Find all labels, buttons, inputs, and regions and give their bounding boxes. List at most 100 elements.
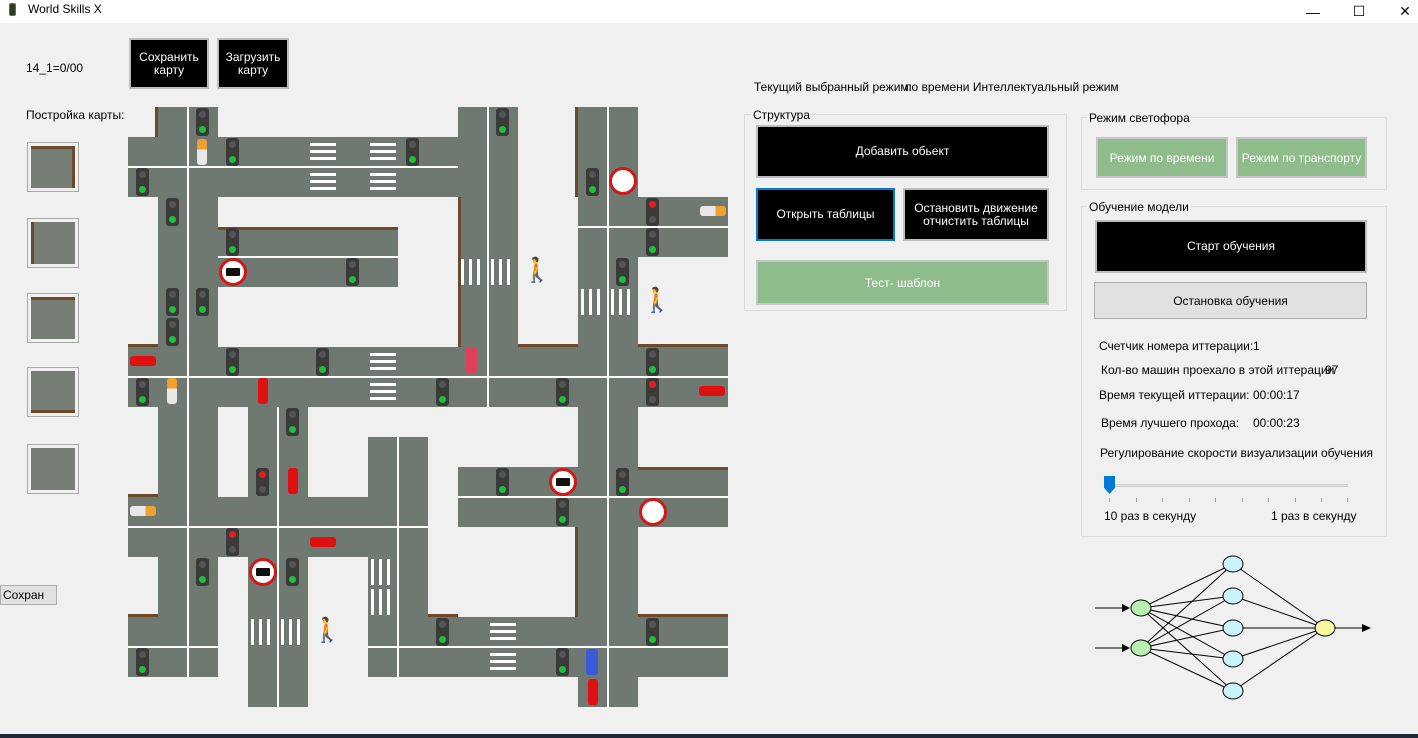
lane-marking — [128, 166, 458, 168]
curb — [128, 344, 158, 347]
crosswalk — [371, 589, 395, 615]
lane-marking — [487, 107, 489, 407]
iteration-value: 1 — [1253, 339, 1260, 353]
traffic-light-icon[interactable] — [646, 348, 659, 376]
lane-marking — [397, 437, 399, 677]
traffic-mode-group-title: Режим светофора — [1087, 111, 1192, 125]
traffic-light-icon[interactable] — [226, 348, 239, 376]
save-map-button[interactable]: Сохранить карту — [129, 38, 209, 89]
start-training-button[interactable]: Старт обучения — [1095, 220, 1367, 273]
no-entry-sign-icon — [609, 167, 637, 195]
best-time-label: Время лучшего прохода: — [1101, 416, 1240, 430]
traffic-light-icon[interactable] — [166, 198, 179, 226]
speed-slider-track — [1104, 484, 1348, 487]
current-time-label: Время текущей иттерации: — [1099, 388, 1250, 402]
traffic-light-icon[interactable] — [316, 348, 329, 376]
traffic-light-icon[interactable] — [166, 288, 179, 316]
car-icon — [588, 679, 598, 705]
car-icon — [465, 347, 477, 373]
car-icon — [700, 206, 726, 216]
traffic-light-icon[interactable] — [646, 618, 659, 646]
pedestrian-icon: 🚶 — [522, 257, 552, 284]
curb — [428, 614, 458, 617]
build-map-label: Постройка карты: — [26, 108, 125, 122]
traffic-light-icon[interactable] — [136, 168, 149, 196]
traffic-light-icon[interactable] — [196, 108, 209, 136]
car-icon — [699, 386, 725, 396]
curb — [218, 227, 398, 230]
curb — [638, 467, 728, 470]
save-small-button[interactable]: Сохран — [0, 585, 57, 605]
curb — [128, 614, 158, 617]
tile-plain-button[interactable] — [27, 444, 79, 494]
lane-marking — [368, 646, 728, 648]
traffic-light-icon[interactable] — [646, 198, 659, 226]
car-icon — [130, 506, 156, 516]
open-tables-button[interactable]: Открыть таблицы — [756, 188, 895, 241]
no-trucks-sign-icon — [249, 558, 277, 586]
traffic-light-icon[interactable] — [616, 468, 629, 496]
stop-clear-button[interactable]: Остановить движение отчистить таблицы — [903, 188, 1049, 241]
curb — [638, 344, 728, 347]
tile-corner-button[interactable] — [27, 142, 79, 192]
traffic-light-icon[interactable] — [556, 648, 569, 676]
taskbar-strip — [0, 734, 1418, 738]
traffic-light-icon[interactable] — [196, 558, 209, 586]
car-icon — [288, 468, 298, 494]
mode-by-transport-button[interactable]: Режим по транспорту — [1236, 137, 1367, 178]
mode-by-time-button[interactable]: Режим по времени — [1096, 137, 1228, 178]
minimize-button[interactable]: — — [1290, 0, 1336, 23]
car-icon — [586, 649, 598, 675]
traffic-light-icon[interactable] — [166, 318, 179, 346]
traffic-light-icon[interactable] — [556, 378, 569, 406]
traffic-light-icon[interactable] — [136, 648, 149, 676]
iteration-label: Счетчик номера иттерации: — [1099, 339, 1254, 353]
crosswalk — [370, 353, 396, 371]
counter-label: 14_1=0/00 — [26, 61, 84, 75]
traffic-light-icon[interactable] — [256, 468, 269, 496]
car-icon — [130, 356, 156, 366]
tile-bottom-edge-button[interactable] — [27, 367, 79, 417]
close-button[interactable]: ✕ — [1382, 0, 1418, 23]
traffic-light-icon[interactable] — [346, 258, 359, 286]
add-object-button[interactable]: Добавить обьект — [756, 125, 1049, 178]
load-map-button[interactable]: Загрузить карту — [217, 38, 289, 89]
stop-training-button[interactable]: Остановка обучения — [1094, 282, 1367, 319]
curb — [518, 344, 578, 347]
cars-passed-value: 97 — [1325, 363, 1339, 377]
traffic-light-icon[interactable] — [586, 168, 599, 196]
maximize-button[interactable]: ☐ — [1336, 0, 1382, 23]
traffic-light-icon[interactable] — [406, 138, 419, 166]
speed-slider-thumb[interactable] — [1104, 476, 1115, 494]
no-trucks-sign-icon — [549, 468, 577, 496]
pedestrian-icon: 🚶 — [642, 287, 672, 314]
traffic-light-icon[interactable] — [286, 558, 299, 586]
traffic-light-icon[interactable] — [226, 228, 239, 256]
traffic-light-icon[interactable] — [556, 498, 569, 526]
traffic-light-icon[interactable] — [436, 378, 449, 406]
car-icon — [310, 537, 336, 547]
traffic-light-icon[interactable] — [226, 528, 239, 556]
title-bar — [0, 0, 1418, 23]
traffic-light-icon[interactable] — [496, 108, 509, 136]
crosswalk — [611, 289, 635, 315]
tile-top-edge-button[interactable] — [27, 293, 79, 343]
lane-marking — [128, 376, 728, 378]
traffic-light-icon[interactable] — [196, 288, 209, 316]
traffic-light-icon[interactable] — [226, 138, 239, 166]
traffic-light-icon[interactable] — [646, 228, 659, 256]
traffic-light-icon[interactable] — [136, 378, 149, 406]
traffic-light-icon[interactable] — [496, 468, 509, 496]
test-template-button[interactable]: Тест- шаблон — [756, 260, 1049, 305]
neural-network-diagram — [1095, 555, 1371, 700]
crosswalk — [371, 559, 395, 585]
tile-left-edge-button[interactable] — [27, 218, 79, 268]
traffic-light-icon[interactable] — [646, 378, 659, 406]
speed-slider[interactable] — [1104, 476, 1348, 506]
traffic-light-icon[interactable] — [436, 618, 449, 646]
current-mode-value: по времени Интеллектуальный режим — [905, 80, 1119, 94]
traffic-light-icon[interactable] — [616, 258, 629, 286]
traffic-light-icon[interactable] — [286, 408, 299, 436]
crosswalk — [461, 259, 485, 285]
city-map[interactable]: 🚶 🚶 🚶 — [128, 107, 728, 707]
